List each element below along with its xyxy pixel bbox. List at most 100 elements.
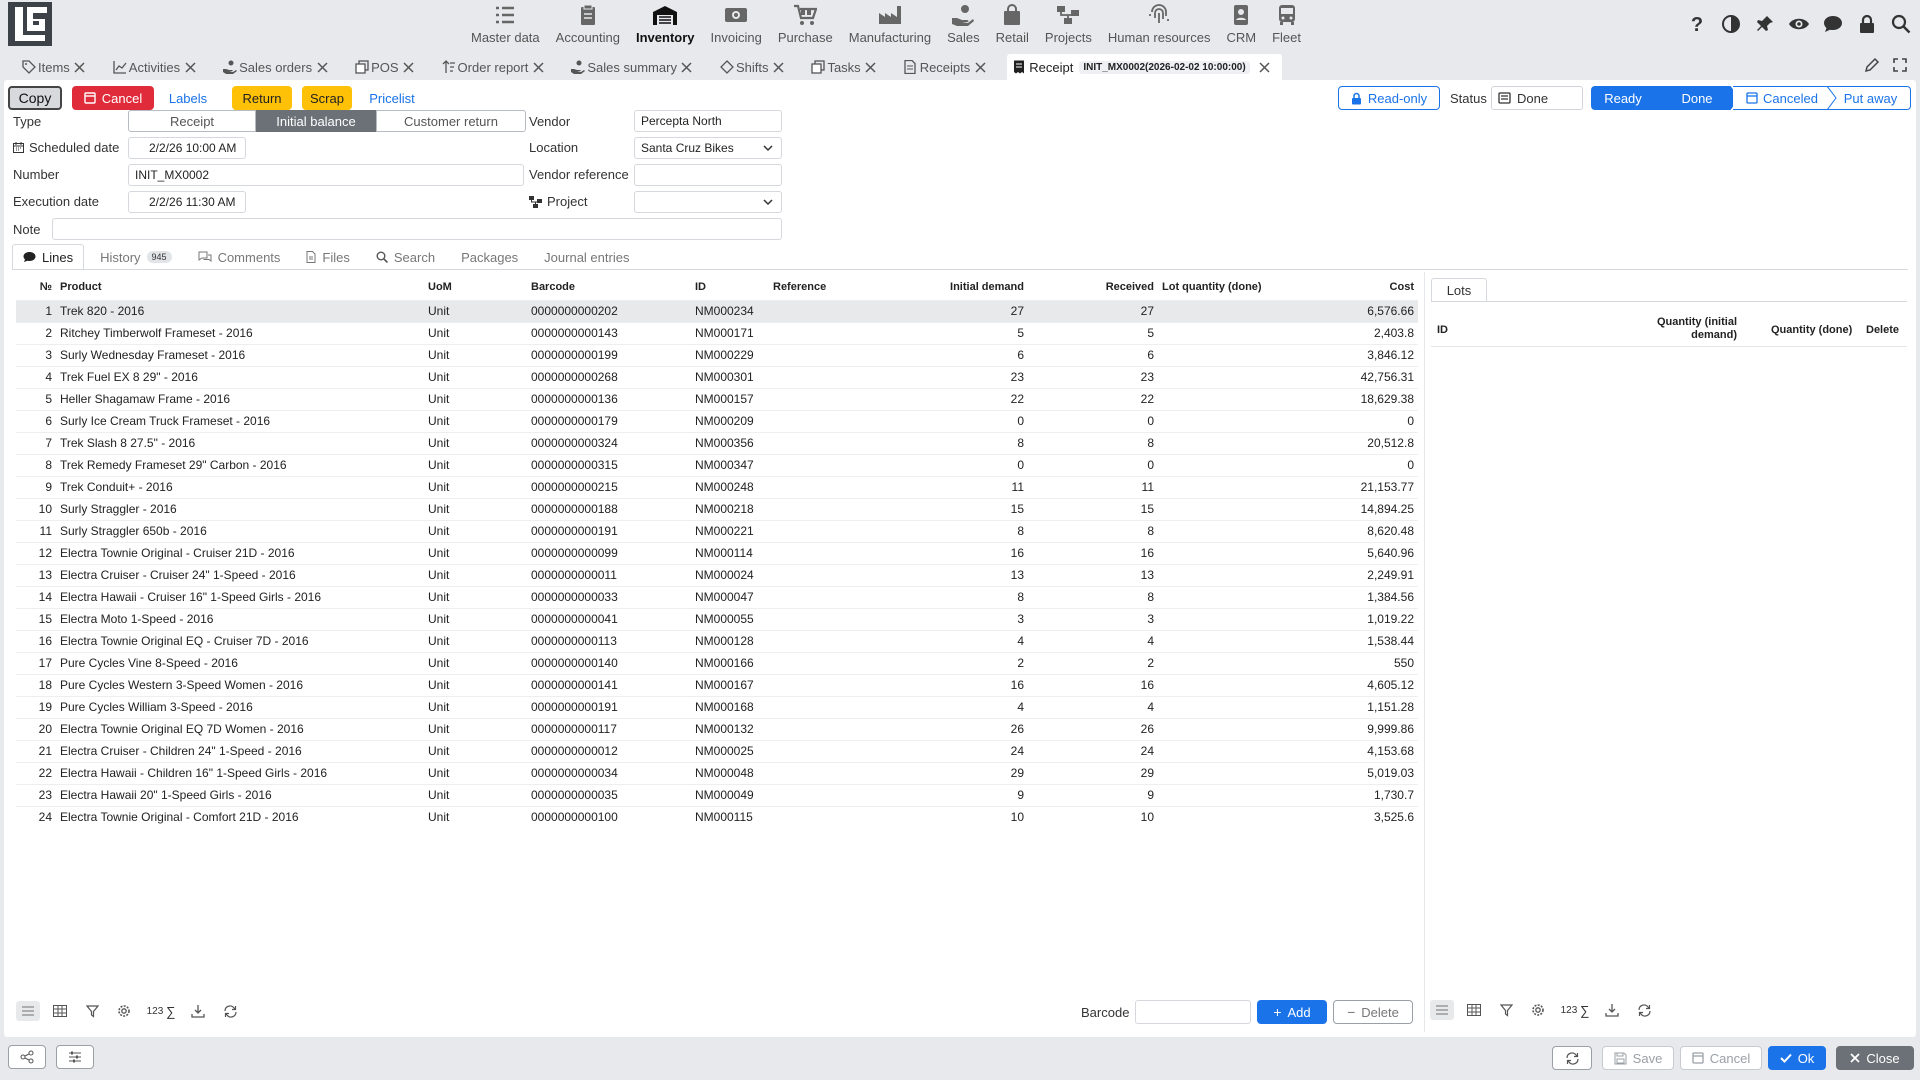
module-purchase[interactable]: Purchase xyxy=(770,0,841,48)
table-row[interactable]: 7 Trek Slash 8 27.5" - 2016 Unit 0000000000… xyxy=(16,431,1418,454)
module-sales[interactable]: Sales xyxy=(939,0,988,48)
project-select[interactable] xyxy=(634,191,782,213)
module-human-resources[interactable]: Human resources xyxy=(1100,0,1219,48)
col-header-uom[interactable]: UoM xyxy=(424,274,527,300)
table-row[interactable]: 9 Trek Conduit+ - 2016 Unit 0000000000215 NM… xyxy=(16,475,1418,498)
module-crm[interactable]: CRM xyxy=(1218,0,1264,48)
flow-step-canceled[interactable]: Canceled xyxy=(1733,86,1831,110)
pin-icon[interactable] xyxy=(1754,12,1776,36)
close-tab-icon[interactable] xyxy=(183,60,197,74)
close-tab-icon[interactable] xyxy=(531,60,545,74)
number-input[interactable]: INIT_MX0002 xyxy=(128,164,524,186)
lock-icon[interactable] xyxy=(1856,12,1878,36)
table-row[interactable]: 24 Electra Townie Original - Comfort 21D … xyxy=(16,805,1418,828)
table-row[interactable]: 1 Trek 820 - 2016 Unit 0000000000202 NM00023… xyxy=(16,299,1418,322)
col-header-received[interactable]: Received xyxy=(1028,274,1158,300)
ok-button[interactable]: Ok xyxy=(1768,1046,1826,1070)
tab-search[interactable]: Search xyxy=(366,244,445,270)
options-button[interactable] xyxy=(56,1045,94,1069)
vendor-reference-input[interactable] xyxy=(634,164,782,186)
close-tab-icon[interactable] xyxy=(315,60,329,74)
tab-tasks[interactable]: Tasks xyxy=(805,54,883,80)
totals-sigma-icon[interactable]: 123 ∑ xyxy=(144,1001,178,1021)
close-button[interactable]: Close xyxy=(1836,1046,1914,1070)
close-tab-icon[interactable] xyxy=(1258,60,1272,74)
flow-step-put-away[interactable]: Put away xyxy=(1831,86,1911,110)
lots-list-view-icon[interactable] xyxy=(1430,1000,1454,1020)
table-row[interactable]: 13 Electra Cruiser - Cruiser 24" 1-Speed … xyxy=(16,563,1418,586)
col-header-barcode[interactable]: Barcode xyxy=(527,274,691,300)
lots-col-qty-initial[interactable]: Quantity (initial demand) xyxy=(1637,316,1737,342)
vendor-input[interactable]: Percepta North xyxy=(634,110,782,132)
col-header-product[interactable]: Product xyxy=(56,274,424,300)
read-only-button[interactable]: Read-only xyxy=(1338,86,1440,110)
table-row[interactable]: 14 Electra Hawaii - Cruiser 16" 1-Speed G… xyxy=(16,585,1418,608)
table-row[interactable]: 12 Electra Townie Original - Cruiser 21D … xyxy=(16,541,1418,564)
cancel-document-button[interactable]: Cancel xyxy=(72,86,154,110)
tab-lots[interactable]: Lots xyxy=(1431,278,1487,302)
refresh-icon[interactable] xyxy=(218,1001,242,1021)
barcode-input[interactable] xyxy=(1135,1000,1251,1024)
add-line-button[interactable]: + Add xyxy=(1257,1000,1327,1024)
settings-gear-icon[interactable] xyxy=(112,1001,136,1021)
table-row[interactable]: 2 Ritchey Timberwolf Frameset - 2016 Unit 0… xyxy=(16,321,1418,344)
module-invoicing[interactable]: Invoicing xyxy=(703,0,770,48)
lots-settings-gear-icon[interactable] xyxy=(1526,1000,1550,1020)
module-inventory[interactable]: Inventory xyxy=(628,0,703,48)
tab-shifts[interactable]: Shifts xyxy=(714,54,792,80)
tab-sales-orders[interactable]: Sales orders xyxy=(217,54,335,80)
table-row[interactable]: 10 Surly Straggler - 2016 Unit 000000000018… xyxy=(16,497,1418,520)
pencil-icon[interactable] xyxy=(1864,57,1880,73)
close-tab-icon[interactable] xyxy=(680,60,694,74)
table-row[interactable]: 3 Surly Wednesday Frameset - 2016 Unit 0000… xyxy=(16,343,1418,366)
tab-comments[interactable]: Comments xyxy=(188,244,291,270)
module-manufacturing[interactable]: Manufacturing xyxy=(841,0,939,48)
scheduled-date-input[interactable]: 2/2/26 10:00 AM xyxy=(128,137,246,159)
col-header-id[interactable]: ID xyxy=(691,274,769,300)
module-accounting[interactable]: Accounting xyxy=(548,0,628,48)
module-retail[interactable]: Retail xyxy=(988,0,1037,48)
table-row[interactable]: 19 Pure Cycles William 3-Speed - 2016 Unit… xyxy=(16,695,1418,718)
close-tab-icon[interactable] xyxy=(771,60,785,74)
pricelist-button[interactable]: Pricelist xyxy=(362,86,422,110)
search-icon[interactable] xyxy=(1890,12,1912,36)
tab-journal-entries[interactable]: Journal entries xyxy=(534,244,639,270)
tab-files[interactable]: Files xyxy=(296,244,359,270)
cancel-button[interactable]: Cancel xyxy=(1680,1046,1762,1070)
module-projects[interactable]: Projects xyxy=(1037,0,1100,48)
col-header-no[interactable]: № xyxy=(16,274,56,300)
note-input[interactable] xyxy=(52,218,782,240)
lots-refresh-icon[interactable] xyxy=(1632,1000,1656,1020)
close-tab-icon[interactable] xyxy=(402,60,416,74)
filter-icon[interactable] xyxy=(80,1001,104,1021)
type-option-initial-balance[interactable]: Initial balance xyxy=(256,110,376,132)
close-tab-icon[interactable] xyxy=(73,60,87,74)
tab-sales-summary[interactable]: Sales summary xyxy=(565,54,700,80)
chat-icon[interactable] xyxy=(1822,12,1844,36)
share-button[interactable] xyxy=(8,1045,46,1069)
return-button[interactable]: Return xyxy=(232,86,292,110)
tab-pos[interactable]: POS xyxy=(349,54,421,80)
save-button[interactable]: Save xyxy=(1602,1046,1674,1070)
flow-step-ready[interactable]: Ready xyxy=(1591,86,1655,110)
close-tab-icon[interactable] xyxy=(973,60,987,74)
list-view-icon[interactable] xyxy=(16,1001,40,1021)
download-icon[interactable] xyxy=(186,1001,210,1021)
lots-totals-sigma-icon[interactable]: 123 ∑ xyxy=(1558,1000,1592,1020)
reload-button[interactable] xyxy=(1552,1046,1592,1070)
table-row[interactable]: 5 Heller Shagamaw Frame - 2016 Unit 0000000… xyxy=(16,387,1418,410)
table-row[interactable]: 6 Surly Ice Cream Truck Frameset - 2016 Un… xyxy=(16,409,1418,432)
table-row[interactable]: 22 Electra Hawaii - Children 16" 1-Speed … xyxy=(16,761,1418,784)
table-row[interactable]: 11 Surly Straggler 650b - 2016 Unit 0000000… xyxy=(16,519,1418,542)
type-option-receipt[interactable]: Receipt xyxy=(128,110,256,132)
location-select[interactable]: Santa Cruz Bikes xyxy=(634,137,782,159)
table-row[interactable]: 4 Trek Fuel EX 8 29" - 2016 Unit 0000000000… xyxy=(16,365,1418,388)
table-row[interactable]: 21 Electra Cruiser - Children 24" 1-Speed… xyxy=(16,739,1418,762)
table-row[interactable]: 23 Electra Hawaii 20" 1-Speed Girls - 201… xyxy=(16,783,1418,806)
col-header-cost[interactable]: Cost xyxy=(1318,274,1418,300)
table-row[interactable]: 20 Electra Townie Original EQ 7D Women - … xyxy=(16,717,1418,740)
scrap-button[interactable]: Scrap xyxy=(302,86,352,110)
table-row[interactable]: 16 Electra Townie Original EQ - Cruiser 7… xyxy=(16,629,1418,652)
tab-items[interactable]: Items xyxy=(16,54,93,80)
close-tab-icon[interactable] xyxy=(864,60,878,74)
